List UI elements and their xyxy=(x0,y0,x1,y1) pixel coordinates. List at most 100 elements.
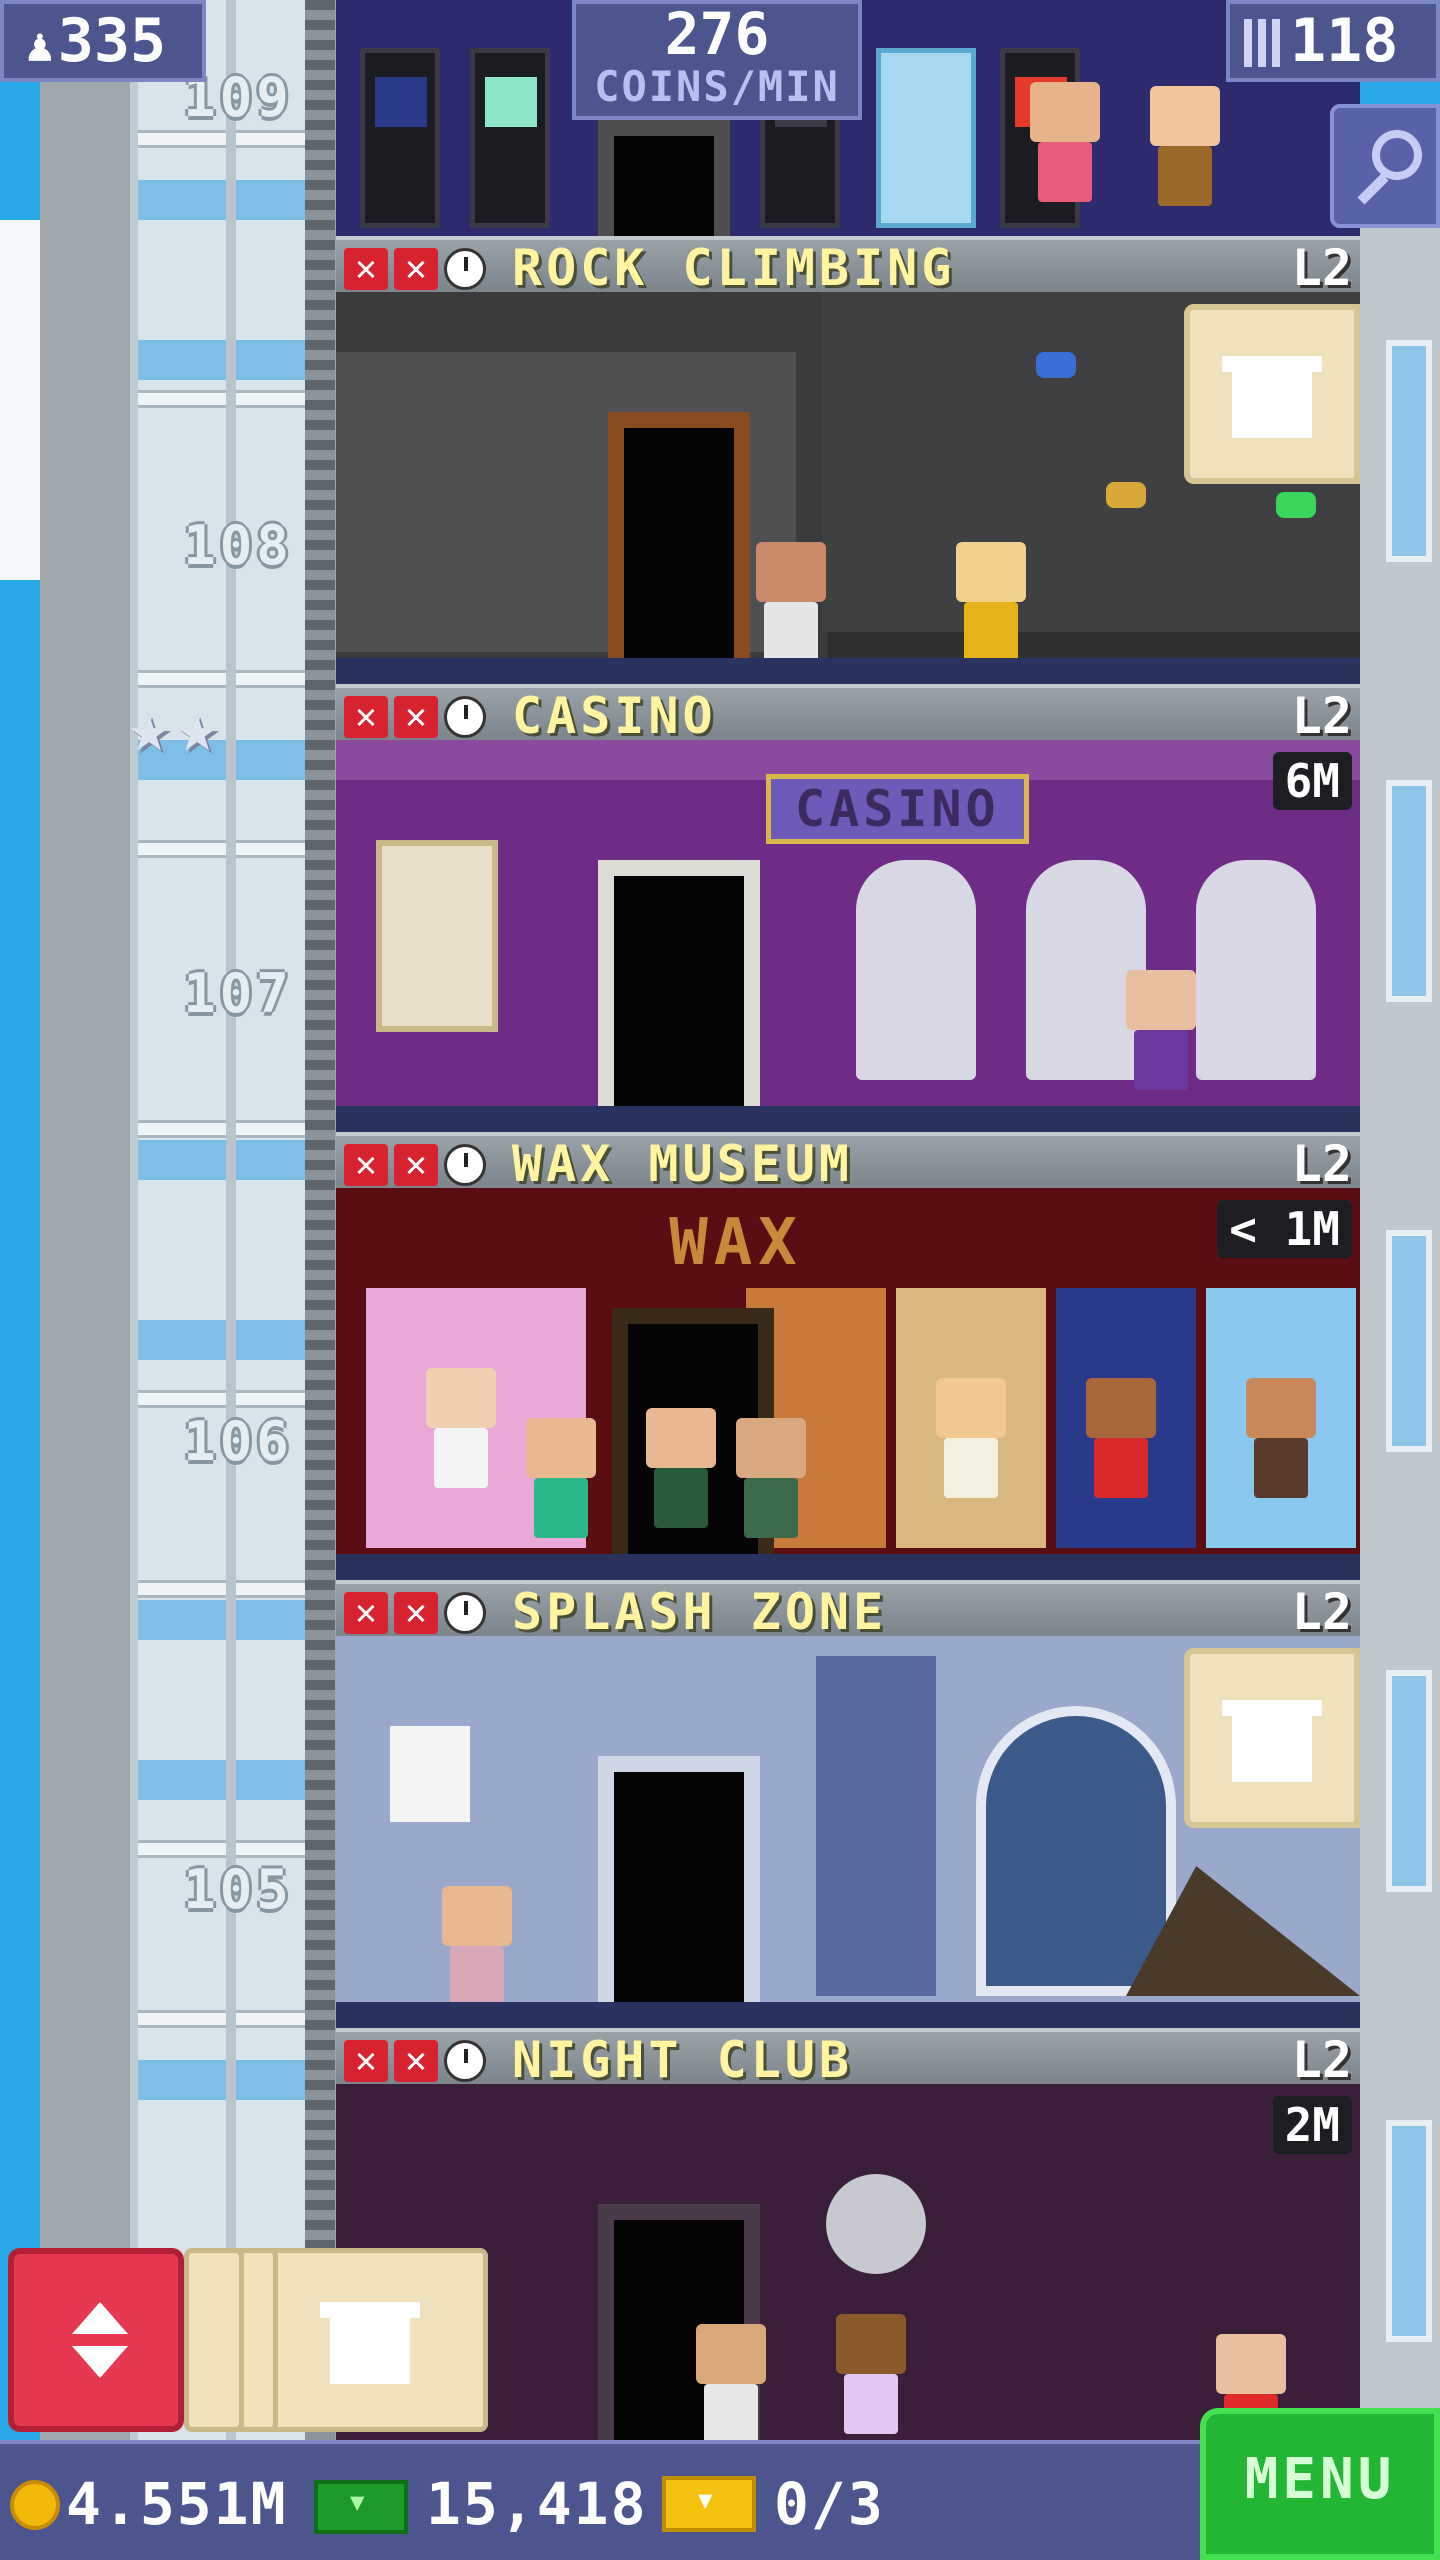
floor-level: L2 xyxy=(1291,2031,1352,2089)
menu-button[interactable]: MENU xyxy=(1200,2408,1440,2560)
golden-ticket-icon xyxy=(662,2476,756,2532)
arcade-cabinet xyxy=(360,48,440,228)
floor-wax-museum[interactable]: ✕ ✕ WAX MUSEUM L2 WAX < 1M xyxy=(336,1132,1360,1580)
restock-button[interactable] xyxy=(1184,304,1360,484)
floor-level: L2 xyxy=(1291,239,1352,297)
floor-splash-zone[interactable]: ✕ ✕ SPLASH ZONE L2 xyxy=(336,1580,1360,2028)
search-button[interactable] xyxy=(1330,104,1440,228)
clock-icon xyxy=(444,696,486,738)
missing-staff-x-icon: ✕ xyxy=(344,248,388,290)
visitor[interactable] xyxy=(756,542,826,662)
visitor[interactable] xyxy=(1150,86,1220,206)
elevator-ride-button[interactable] xyxy=(8,2248,184,2432)
box-icon xyxy=(1222,1700,1322,1782)
arcade-cabinet xyxy=(470,48,550,228)
tower-right-wall xyxy=(1360,220,1440,2440)
arrow-down-icon xyxy=(72,2346,128,2378)
floor-header: ✕ ✕ ROCK CLIMBING L2 xyxy=(336,236,1360,297)
wax-figure xyxy=(936,1378,1006,1498)
person-icon: ♟ xyxy=(26,18,54,72)
floor-rock-climbing[interactable]: ✕ ✕ ROCK CLIMBING L2 xyxy=(336,236,1360,684)
clock-icon xyxy=(444,248,486,290)
visitor[interactable] xyxy=(1126,970,1196,1090)
floor-header: ✕ ✕ CASINO L2 xyxy=(336,684,1360,745)
elevator-shaft[interactable]: 109 108 107 106 105 xyxy=(130,0,330,2440)
box-icon xyxy=(320,2302,420,2384)
elevator-cable xyxy=(305,0,335,2440)
floor-casino[interactable]: ✕ ✕ CASINO L2 CASINO 6M xyxy=(336,684,1360,1132)
missing-staff-x-icon: ✕ xyxy=(344,1592,388,1634)
wax-figure xyxy=(1086,1378,1156,1498)
clock-icon xyxy=(444,1144,486,1186)
magnifier-icon xyxy=(1372,130,1422,180)
elevator-door xyxy=(598,120,730,236)
sky-background xyxy=(0,0,40,2560)
cloud xyxy=(0,220,40,580)
tower-bux-icon xyxy=(314,2480,408,2534)
population-value: 335 xyxy=(57,6,167,76)
visitor[interactable] xyxy=(836,2314,906,2434)
floor-level: L2 xyxy=(1291,1583,1352,1641)
floor-count-value: 118 xyxy=(1290,6,1399,76)
floor-name: SPLASH ZONE xyxy=(512,1583,888,1641)
missing-staff-x-icon: ✕ xyxy=(394,696,438,738)
floor-name: WAX MUSEUM xyxy=(512,1135,854,1193)
floor-header: ✕ ✕ SPLASH ZONE L2 xyxy=(336,1580,1360,1641)
visitor[interactable] xyxy=(442,1886,512,2006)
wax-sign: WAX xyxy=(669,1206,803,1280)
restock-timer: 6M xyxy=(1272,752,1352,810)
coins-per-minute-unit: COINS/MIN xyxy=(594,62,840,111)
restock-timer: < 1M xyxy=(1217,1200,1352,1258)
floor-name: CASINO xyxy=(512,687,717,745)
star-icon: ★ xyxy=(176,686,219,768)
missing-staff-x-icon: ✕ xyxy=(344,696,388,738)
box-icon xyxy=(1222,356,1322,438)
missing-staff-x-icon: ✕ xyxy=(394,1592,438,1634)
elevator-column: 109 108 107 106 105 xyxy=(40,0,340,2440)
visitor[interactable] xyxy=(736,1418,806,1538)
missing-staff-x-icon: ✕ xyxy=(344,1144,388,1186)
floor-header: ✕ ✕ NIGHT CLUB L2 xyxy=(336,2028,1360,2089)
bux-value: 15,418 xyxy=(426,2470,648,2538)
missing-staff-x-icon: ✕ xyxy=(344,2040,388,2082)
visitor[interactable] xyxy=(956,542,1026,662)
building-icon xyxy=(1244,19,1280,67)
star-icon: ★ xyxy=(128,686,171,768)
visitor[interactable] xyxy=(1030,82,1100,202)
floor-level: L2 xyxy=(1291,1135,1352,1193)
coins-per-minute-value: 276 xyxy=(664,0,770,68)
restock-timer: 2M xyxy=(1272,2096,1352,2154)
elevator-door xyxy=(598,860,760,1116)
arrow-up-icon xyxy=(72,2302,128,2334)
missing-staff-x-icon: ✕ xyxy=(394,2040,438,2082)
restock-button[interactable] xyxy=(1184,1648,1360,1828)
wax-figure xyxy=(1246,1378,1316,1498)
visitor[interactable] xyxy=(646,1408,716,1528)
floor-rating-stars: ★ ★ xyxy=(128,692,218,762)
clock-icon xyxy=(444,1592,486,1634)
restock-stack-layer xyxy=(184,2248,244,2432)
missing-staff-x-icon: ✕ xyxy=(394,1144,438,1186)
claw-machine xyxy=(876,48,976,228)
floor-header: ✕ ✕ WAX MUSEUM L2 xyxy=(336,1132,1360,1193)
coins-per-minute-panel[interactable]: 276 COINS/MIN xyxy=(572,0,862,120)
coins-value: 4.551M xyxy=(66,2470,288,2538)
restock-all-button[interactable] xyxy=(252,2248,488,2432)
casino-sign: CASINO xyxy=(766,774,1029,844)
elevator-door xyxy=(608,412,750,668)
floor-name: NIGHT CLUB xyxy=(512,2031,854,2089)
clock-icon xyxy=(444,2040,486,2082)
population-counter[interactable]: ♟335 xyxy=(0,0,206,82)
floor-count-counter[interactable]: 118 xyxy=(1226,0,1440,82)
wax-figure xyxy=(426,1368,496,1488)
tickets-value: 0/3 xyxy=(774,2470,885,2538)
visitor[interactable] xyxy=(696,2324,766,2444)
disco-ball xyxy=(826,2174,926,2274)
visitor[interactable] xyxy=(526,1418,596,1538)
floor-level: L2 xyxy=(1291,687,1352,745)
elevator-door xyxy=(598,1756,760,2012)
floor-night-club[interactable]: ✕ ✕ NIGHT CLUB L2 2M xyxy=(336,2028,1360,2476)
missing-staff-x-icon: ✕ xyxy=(394,248,438,290)
coin-icon xyxy=(10,2480,60,2530)
floor-name: ROCK CLIMBING xyxy=(512,239,956,297)
